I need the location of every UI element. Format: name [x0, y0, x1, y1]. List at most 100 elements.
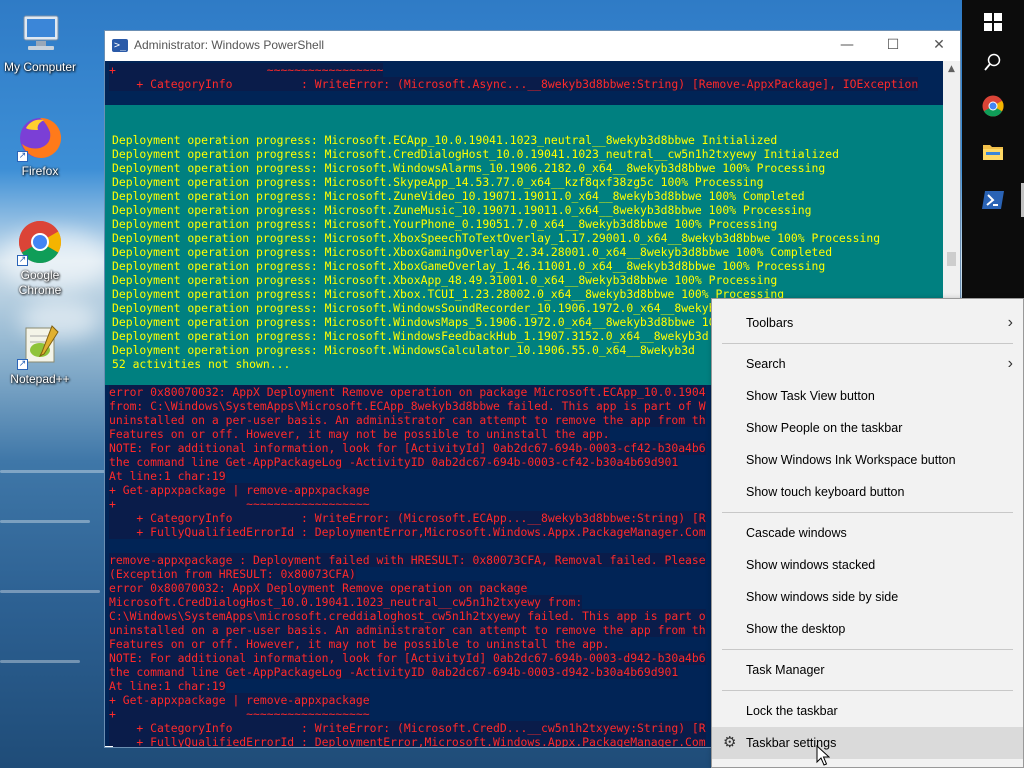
text-cursor — [105, 746, 113, 747]
notepad-plus-plus-icon: ↗ — [16, 322, 64, 370]
scrollbar-thumb[interactable] — [947, 252, 956, 266]
error-line: + FullyQualifiedErrorId : DeploymentErro… — [109, 525, 706, 539]
error-line: C:\Windows\SystemApps\microsoft.creddial… — [109, 609, 706, 623]
error-line: uninstalled on a per-user basis. An admi… — [109, 623, 706, 637]
menu-item-label: Show touch keyboard button — [746, 485, 905, 499]
progress-line: Deployment operation progress: Microsoft… — [112, 175, 764, 189]
desktop-icon-label: My Computer — [3, 60, 77, 74]
menu-item-windows-side-by-side[interactable]: Show windows side by side — [712, 581, 1023, 613]
menu-item-label: Lock the taskbar — [746, 704, 838, 718]
desktop-icon-label: Google Chrome — [18, 268, 62, 297]
progress-line: Deployment operation progress: Microsoft… — [112, 217, 778, 231]
console-line: + ~~~~~~~~~~~~~~~~~ — [109, 63, 384, 77]
gear-icon: ⚙ — [723, 734, 737, 751]
progress-line: Deployment operation progress: Microsoft… — [112, 315, 805, 329]
wave — [0, 470, 110, 473]
menu-separator — [722, 512, 1013, 513]
menu-item-label: Show windows stacked — [746, 558, 876, 572]
error-line: the command line Get-AppPackageLog -Acti… — [109, 455, 679, 469]
error-line: uninstalled on a per-user basis. An admi… — [109, 413, 706, 427]
progress-line: Deployment operation progress: Microsoft… — [112, 161, 826, 175]
progress-line: Deployment operation progress: Microsoft… — [112, 133, 778, 147]
search-icon — [984, 53, 1001, 71]
minimize-button[interactable]: — — [824, 31, 870, 61]
start-button[interactable] — [962, 0, 1024, 44]
error-line: + ~~~~~~~~~~~~~~~~~~ — [109, 707, 370, 721]
menu-item-label: Show Task View button — [746, 389, 875, 403]
menu-item-label: Cascade windows — [746, 526, 847, 540]
error-line: remove-appxpackage : Deployment failed w… — [109, 553, 706, 567]
chevron-right-icon: › — [1007, 314, 1013, 331]
taskbar-chrome-button[interactable] — [962, 84, 1024, 128]
error-line: Features on or off. However, it may not … — [109, 637, 610, 651]
mouse-pointer-icon — [816, 745, 830, 766]
menu-item-label: Search — [746, 357, 786, 371]
menu-item-show-touch-keyboard[interactable]: Show touch keyboard button — [712, 476, 1023, 508]
scroll-up-icon[interactable]: ▲ — [943, 61, 960, 78]
close-button[interactable]: ✕ — [916, 31, 960, 61]
firefox-icon: ↗ — [16, 114, 64, 162]
menu-item-task-manager[interactable]: Task Manager — [712, 654, 1023, 686]
menu-separator — [722, 343, 1013, 344]
desktop-icon-firefox[interactable]: ↗ Firefox — [0, 114, 82, 179]
shortcut-arrow-icon: ↗ — [17, 255, 28, 266]
progress-line: Deployment operation progress: Microsoft… — [112, 231, 881, 245]
desktop-icon-my-computer[interactable]: My Computer — [0, 10, 82, 75]
menu-item-label: Show People on the taskbar — [746, 421, 903, 435]
progress-line: 52 activities not shown... — [112, 357, 291, 371]
error-line: At line:1 char:19 — [109, 469, 226, 483]
desktop-icon-label: Firefox — [21, 164, 59, 178]
menu-item-label: Show the desktop — [746, 622, 846, 636]
title-bar[interactable]: >_ Administrator: Windows PowerShell — ☐… — [105, 31, 960, 61]
progress-line: Deployment operation progress: Microsoft… — [112, 287, 785, 301]
menu-item-label: Show Windows Ink Workspace button — [746, 453, 956, 467]
progress-line: Deployment operation progress: Microsoft… — [112, 147, 839, 161]
taskbar-file-explorer-button[interactable] — [962, 130, 1024, 174]
shortcut-arrow-icon: ↗ — [17, 151, 28, 162]
menu-item-search[interactable]: Search › — [712, 348, 1023, 380]
menu-item-show-ink-workspace[interactable]: Show Windows Ink Workspace button — [712, 444, 1023, 476]
taskbar-context-menu[interactable]: Toolbars › Search › Show Task View butto… — [711, 298, 1024, 768]
error-line: + CategoryInfo : WriteError: (Microsoft.… — [109, 721, 706, 735]
error-line: + Get-appxpackage | remove-appxpackage — [109, 693, 370, 707]
error-line: error 0x80070032: AppX Deployment Remove… — [109, 385, 706, 399]
desktop-icon-google-chrome[interactable]: ↗ Google Chrome — [0, 218, 82, 298]
progress-line: Deployment operation progress: Microsoft… — [112, 343, 695, 357]
menu-item-show-people[interactable]: Show People on the taskbar — [712, 412, 1023, 444]
progress-line: Deployment operation progress: Microsoft… — [112, 273, 778, 287]
menu-item-toolbars[interactable]: Toolbars › — [712, 307, 1023, 339]
error-line: Features on or off. However, it may not … — [109, 427, 610, 441]
powershell-icon: >_ — [112, 39, 128, 52]
error-line: the command line Get-AppPackageLog -Acti… — [109, 665, 679, 679]
maximize-button[interactable]: ☐ — [870, 31, 916, 61]
menu-item-lock-taskbar[interactable]: Lock the taskbar — [712, 695, 1023, 727]
error-line: from: C:\Windows\SystemApps\Microsoft.EC… — [109, 399, 706, 413]
error-line: + ~~~~~~~~~~~~~~~~~~ — [109, 497, 370, 511]
chrome-icon — [982, 95, 1004, 117]
progress-line: Deployment operation progress: Microsoft… — [112, 245, 833, 259]
menu-item-windows-stacked[interactable]: Show windows stacked — [712, 549, 1023, 581]
desktop-icon-notepad-plus-plus[interactable]: ↗ Notepad++ — [0, 322, 82, 387]
progress-line: Deployment operation progress: Microsoft… — [112, 203, 812, 217]
window-title: Administrator: Windows PowerShell — [134, 38, 325, 52]
wave — [0, 590, 100, 593]
menu-item-cascade-windows[interactable]: Cascade windows — [712, 517, 1023, 549]
powershell-icon — [982, 191, 1004, 209]
error-line: + CategoryInfo : WriteError: (Microsoft.… — [109, 511, 706, 525]
menu-item-show-desktop[interactable]: Show the desktop — [712, 613, 1023, 645]
error-line: (Exception from HRESULT: 0x80073CFA) — [109, 567, 356, 581]
menu-item-taskbar-settings[interactable]: ⚙ Taskbar settings — [712, 727, 1023, 759]
taskbar-powershell-button[interactable] — [962, 178, 1024, 222]
wave — [0, 660, 80, 663]
desktop-icon-label: Notepad++ — [10, 372, 70, 386]
menu-item-show-task-view[interactable]: Show Task View button — [712, 380, 1023, 412]
error-line: + Get-appxpackage | remove-appxpackage — [109, 483, 370, 497]
search-button[interactable] — [962, 40, 1024, 84]
chrome-icon: ↗ — [16, 218, 64, 266]
menu-item-label: Toolbars — [746, 316, 794, 330]
menu-item-label: Show windows side by side — [746, 590, 899, 604]
error-line: error 0x80070032: AppX Deployment Remove… — [109, 581, 528, 595]
menu-separator — [722, 649, 1013, 650]
error-line: + FullyQualifiedErrorId : DeploymentErro… — [109, 735, 706, 748]
error-line: NOTE: For additional information, look f… — [109, 651, 706, 665]
